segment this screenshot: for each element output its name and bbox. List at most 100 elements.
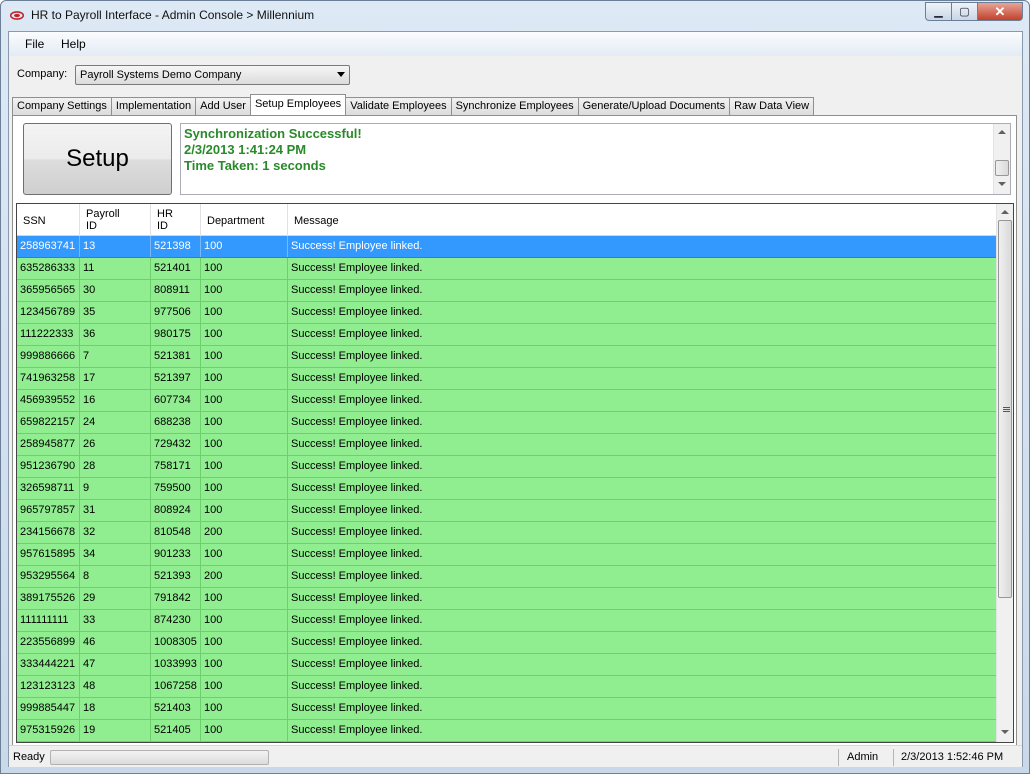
cell-payroll-id: 7 [80,346,151,367]
table-row[interactable]: 659822157 24 688238 100 Success! Employee li… [17,412,997,434]
cell-hr-id: 521401 [151,258,201,279]
cell-hr-id: 808924 [151,500,201,521]
tab-setup-employees[interactable]: Setup Employees [249,94,347,115]
scroll-up-icon[interactable] [998,130,1006,134]
scroll-down-icon[interactable] [1001,730,1009,734]
cell-department: 100 [201,676,288,697]
table-row[interactable]: 111111111 33 874230 100 Success! Employee li… [17,610,997,632]
table-row[interactable]: 957615895 34 901233 100 Success! Employee li… [17,544,997,566]
message-log-scrollbar[interactable] [993,124,1010,194]
column-header-hr-id[interactable]: HR ID [151,204,201,236]
cell-ssn: 659822157 [17,412,80,433]
cell-message: Success! Employee linked. [291,526,423,538]
cell-department: 100 [201,368,288,389]
menu-help[interactable]: Help [61,37,86,51]
cell-ssn: 456939552 [17,390,80,411]
cell-ssn: 957615895 [17,544,80,565]
table-row[interactable]: 635286333 11 521401 100 Success! Employee li… [17,258,997,280]
cell-hr-id: 791842 [151,588,201,609]
cell-ssn: 999886666 [17,346,80,367]
cell-ssn: 111111111 [17,610,80,631]
status-separator [838,749,839,766]
cell-message: Success! Employee linked. [291,504,423,516]
cell-hr-id: 1067258 [151,676,201,697]
column-header-ssn[interactable]: SSN [17,204,80,236]
tab-add-user[interactable]: Add User [195,97,250,115]
cell-payroll-id: 47 [80,654,151,675]
cell-department: 200 [201,522,288,543]
table-row[interactable]: 965797857 31 808924 100 Success! Employee li… [17,500,997,522]
setup-button[interactable]: Setup [23,123,172,195]
tab-implementation[interactable]: Implementation [110,97,196,115]
cell-ssn: 326598711 [17,478,80,499]
table-row[interactable]: 326598711 9 759500 100 Success! Employee lin… [17,478,997,500]
table-row[interactable]: 951236790 28 758171 100 Success! Employee li… [17,456,997,478]
scroll-down-icon[interactable] [998,182,1006,186]
tab-raw-data-view[interactable]: Raw Data View [729,97,815,115]
cell-department: 100 [201,720,288,741]
table-row[interactable]: 258945877 26 729432 100 Success! Employee li… [17,434,997,456]
cell-message: Success! Employee linked. [291,548,423,560]
company-dropdown[interactable]: Payroll Systems Demo Company [75,65,350,85]
cell-message: Success! Employee linked. [291,262,423,274]
cell-hr-id: 759500 [151,478,201,499]
maximize-button[interactable]: ▢ [952,2,978,21]
table-row[interactable]: 975315926 19 521405 100 Success! Employee li… [17,720,997,742]
cell-message: Success! Employee linked. [291,614,423,626]
tab-generate-upload-documents[interactable]: Generate/Upload Documents [577,97,730,115]
close-button[interactable]: ✕ [978,2,1023,21]
cell-ssn: 365956565 [17,280,80,301]
cell-department: 100 [201,610,288,631]
message-log[interactable]: Synchronization Successful! 2/3/2013 1:4… [180,123,1011,195]
table-row[interactable]: 234156678 32 810548 200 Success! Employee li… [17,522,997,544]
cell-message: Success! Employee linked. [291,636,423,648]
cell-department: 100 [201,500,288,521]
scroll-thumb[interactable] [995,160,1009,176]
table-row[interactable]: 999886666 7 521381 100 Success! Employee lin… [17,346,997,368]
table-row[interactable]: 456939552 16 607734 100 Success! Employee li… [17,390,997,412]
table-row[interactable]: 389175526 29 791842 100 Success! Employee li… [17,588,997,610]
app-logo-icon [10,11,24,20]
scroll-thumb[interactable] [998,220,1012,598]
cell-hr-id: 977506 [151,302,201,323]
menu-file[interactable]: File [25,37,44,51]
cell-ssn: 123123123 [17,676,80,697]
table-row[interactable]: 123123123 48 1067258 100 Success! Employee l… [17,676,997,698]
table-row[interactable]: 953295564 8 521393 200 Success! Employee lin… [17,566,997,588]
status-datetime: 2/3/2013 1:52:46 PM [901,751,1004,763]
minimize-button[interactable]: ▁ [925,2,952,21]
tab-synchronize-employees[interactable]: Synchronize Employees [450,97,578,115]
cell-department: 200 [201,566,288,587]
employee-grid[interactable]: SSN Payroll ID HR ID Department Message … [16,203,1014,743]
scroll-up-icon[interactable] [1001,210,1009,214]
table-row[interactable]: 258963741 13 521398 100 Success! Employee li… [17,236,997,258]
cell-department: 100 [201,390,288,411]
cell-payroll-id: 48 [80,676,151,697]
table-row[interactable]: 111222333 36 980175 100 Success! Employee li… [17,324,997,346]
cell-hr-id: 521393 [151,566,201,587]
title-bar[interactable]: HR to Payroll Interface - Admin Console … [1,1,1029,31]
table-row[interactable]: 365956565 30 808911 100 Success! Employee li… [17,280,997,302]
table-row[interactable]: 999885447 18 521403 100 Success! Employee li… [17,698,997,720]
grid-scrollbar[interactable] [996,204,1013,742]
tab-strip: Company Settings Implementation Add User Se… [12,94,815,115]
column-header-department[interactable]: Department [201,204,288,236]
table-row[interactable]: 223556899 46 1008305 100 Success! Employee l… [17,632,997,654]
column-header-message[interactable]: Message [288,204,997,236]
cell-message: Success! Employee linked. [291,306,423,318]
table-row[interactable]: 741963258 17 521397 100 Success! Employee li… [17,368,997,390]
status-separator [893,749,894,766]
tab-company-settings[interactable]: Company Settings [12,97,111,115]
cell-hr-id: 1008305 [151,632,201,653]
cell-ssn: 258945877 [17,434,80,455]
grid-header: SSN Payroll ID HR ID Department Message [17,204,997,236]
status-text: Ready [13,751,45,763]
cell-hr-id: 521403 [151,698,201,719]
cell-message: Success! Employee linked. [291,284,423,296]
table-row[interactable]: 333444221 47 1033993 100 Success! Employee l… [17,654,997,676]
table-row[interactable]: 123456789 35 977506 100 Success! Employee li… [17,302,997,324]
cell-department: 100 [201,544,288,565]
tab-validate-employees[interactable]: Validate Employees [345,97,451,115]
cell-department: 100 [201,588,288,609]
column-header-payroll-id[interactable]: Payroll ID [80,204,151,236]
